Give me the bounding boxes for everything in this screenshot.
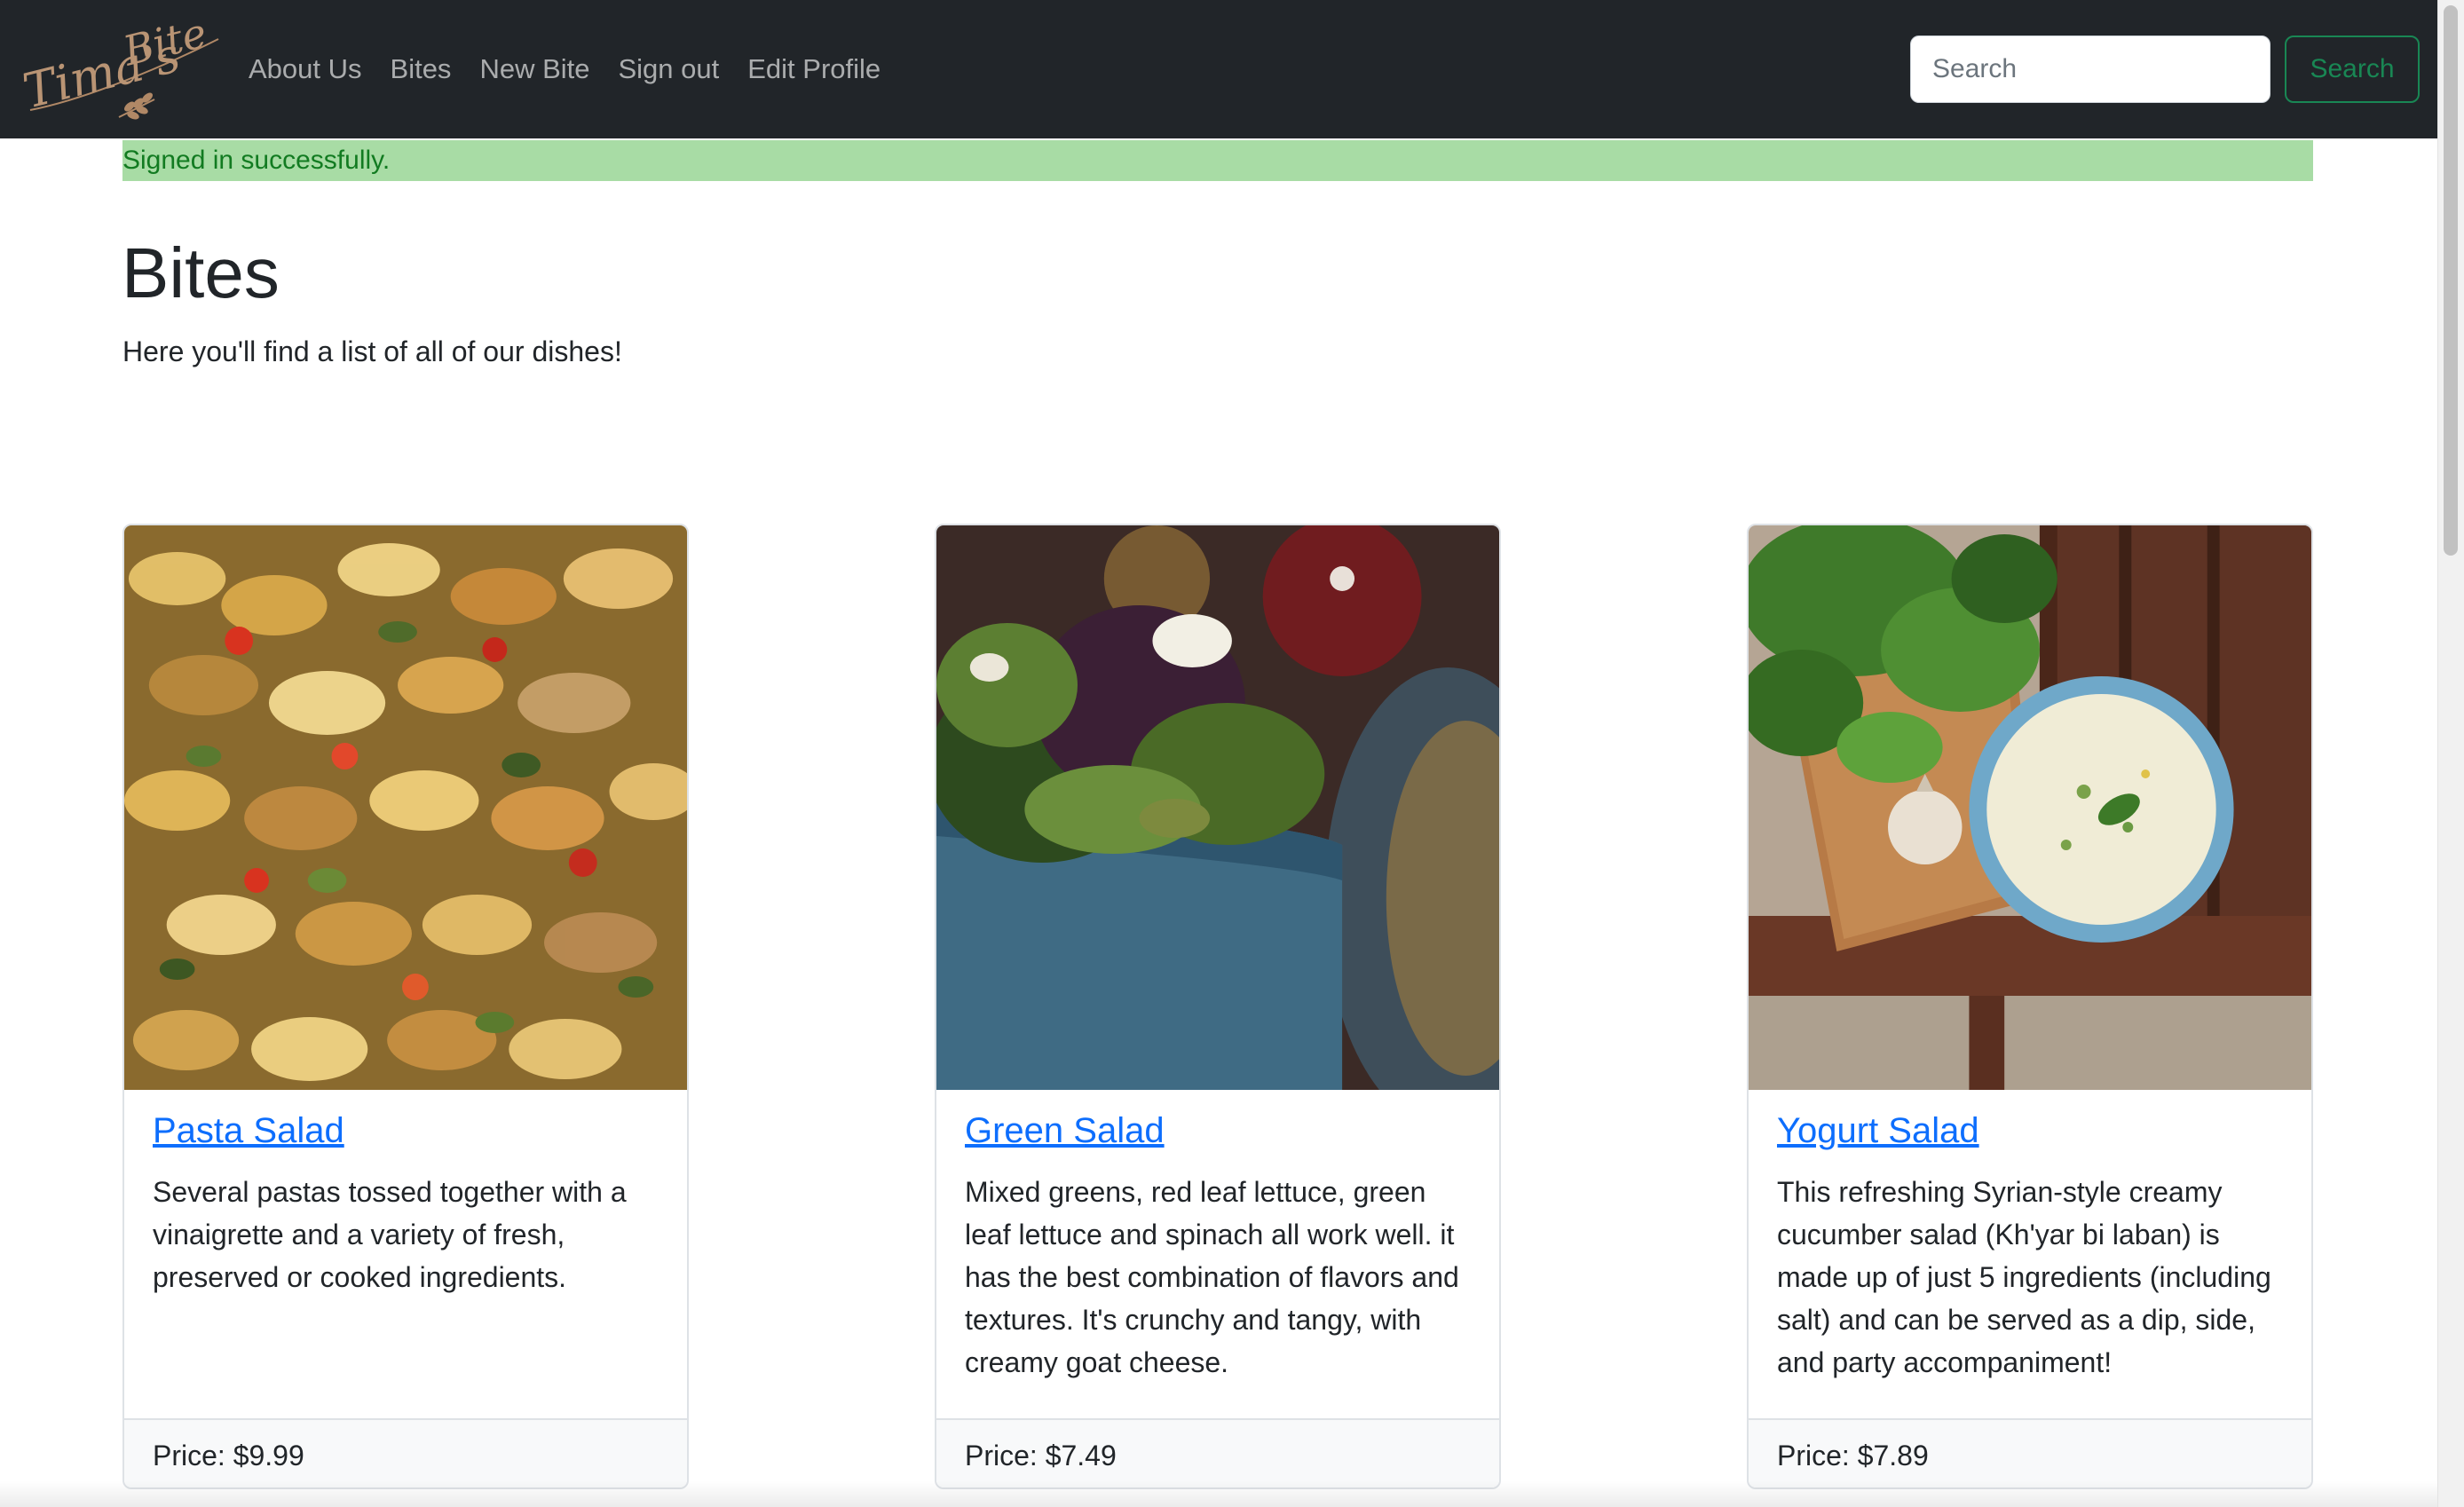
scrollbar-thumb[interactable]	[2444, 5, 2458, 556]
card-body: Green Salad Mixed greens, red leaf lettu…	[965, 1111, 1473, 1384]
search-form: Search	[1910, 36, 2420, 103]
page: Tima's Bite About Us Bites New Bite Sign…	[0, 0, 2464, 1507]
pasta-salad-image	[124, 525, 687, 1090]
nav-link-new-bite[interactable]: New Bite	[479, 53, 589, 85]
brand-logo[interactable]: Tima's Bite	[23, 12, 227, 126]
bite-card-green-salad: Green Salad Mixed greens, red leaf lettu…	[935, 524, 1501, 1489]
bite-price: Price: $9.99	[124, 1418, 687, 1487]
green-salad-image	[936, 525, 1499, 1090]
scrollbar-track[interactable]	[2437, 0, 2464, 1507]
nav-link-bites[interactable]: Bites	[391, 53, 452, 85]
bite-card-pasta-salad: Pasta Salad Several pastas tossed togeth…	[122, 524, 689, 1489]
bite-card-yogurt-salad: Yogurt Salad This refreshing Syrian-styl…	[1747, 524, 2313, 1489]
page-subtitle: Here you'll find a list of all of our di…	[122, 335, 622, 367]
bite-title-link[interactable]: Yogurt Salad	[1777, 1111, 1979, 1151]
bite-description: Several pastas tossed together with a vi…	[153, 1176, 627, 1293]
search-input[interactable]	[1910, 36, 2271, 103]
nav-link-sign-out[interactable]: Sign out	[618, 53, 719, 85]
bite-title-link[interactable]: Pasta Salad	[153, 1111, 344, 1151]
navbar: Tima's Bite About Us Bites New Bite Sign…	[0, 0, 2437, 138]
flash-alert: Signed in successfully.	[122, 140, 2313, 181]
card-body: Pasta Salad Several pastas tossed togeth…	[153, 1111, 660, 1298]
viewport-bottom-edge	[0, 1480, 2437, 1507]
yogurt-salad-image	[1749, 525, 2311, 1090]
card-body: Yogurt Salad This refreshing Syrian-styl…	[1777, 1111, 2285, 1384]
nav-link-edit-profile[interactable]: Edit Profile	[747, 53, 881, 85]
bite-title-link[interactable]: Green Salad	[965, 1111, 1165, 1151]
svg-text:Bite: Bite	[118, 12, 211, 75]
nav-link-about-us[interactable]: About Us	[249, 53, 362, 85]
brand-logo-image: Tima's Bite	[23, 12, 219, 120]
nav-links: About Us Bites New Bite Sign out Edit Pr…	[249, 0, 909, 138]
bite-description: This refreshing Syrian-style creamy cucu…	[1777, 1176, 2271, 1378]
bite-price: Price: $7.89	[1749, 1418, 2311, 1487]
bite-description: Mixed greens, red leaf lettuce, green le…	[965, 1176, 1459, 1378]
search-button[interactable]: Search	[2285, 36, 2420, 103]
page-title: Bites	[122, 233, 280, 312]
bite-price: Price: $7.49	[936, 1418, 1499, 1487]
